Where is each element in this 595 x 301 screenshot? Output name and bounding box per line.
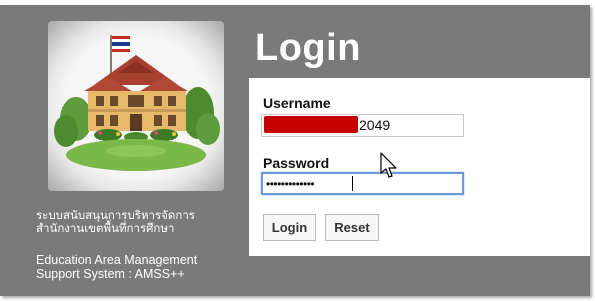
school-building-logo-image	[48, 21, 224, 191]
system-name-english-line2: Support System : AMSS++	[36, 267, 185, 281]
login-heading: Login	[255, 27, 361, 69]
redaction-mark	[264, 116, 358, 133]
username-input[interactable]: 2049	[261, 114, 464, 137]
password-masked-value: •••••••••••••	[266, 177, 315, 191]
system-name-thai: ระบบสนับสนุนการบริหารจัดการ สำนักงานเขตพ…	[36, 210, 236, 236]
system-name-english: Education Area Management Support System…	[36, 253, 246, 281]
system-name-thai-line1: ระบบสนับสนุนการบริหารจัดการ	[36, 210, 195, 222]
password-input[interactable]: •••••••••••••	[261, 172, 464, 195]
login-button[interactable]: Login	[263, 214, 316, 241]
login-form: Username 2049 Password ••••••••••••• Log…	[249, 78, 590, 256]
username-visible-value: 2049	[359, 117, 391, 133]
text-caret	[352, 176, 353, 191]
system-name-thai-line2: สำนักงานเขตพื้นที่การศึกษา	[36, 223, 175, 235]
reset-button[interactable]: Reset	[325, 214, 379, 241]
password-label: Password	[263, 155, 330, 171]
mouse-cursor-icon	[380, 152, 397, 178]
system-name-english-line1: Education Area Management	[36, 253, 198, 267]
username-label: Username	[263, 95, 331, 111]
